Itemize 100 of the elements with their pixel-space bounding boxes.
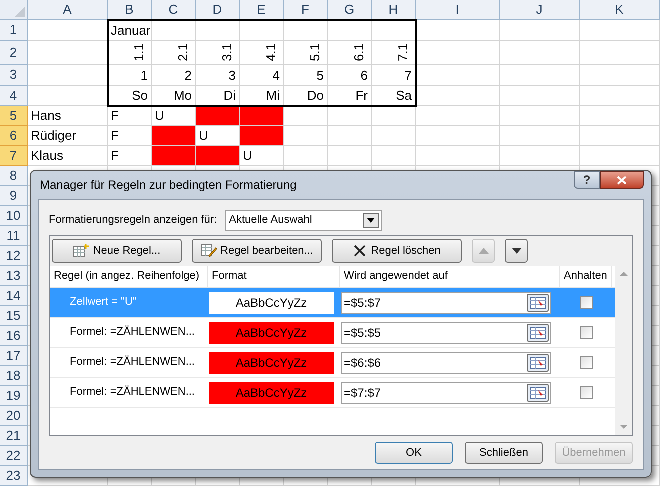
dialog-button[interactable]: Schließen [465,442,543,464]
column-header[interactable]: J [500,0,580,20]
scroll-up-icon [620,272,628,276]
row-header[interactable]: 3 [0,65,28,86]
toolbar-button[interactable]: Regel bearbeiten... [192,239,322,263]
row-header[interactable]: 6 [0,126,28,146]
up-triangle-icon [478,248,488,254]
dialog-button[interactable]: OK [375,442,453,464]
row-header[interactable]: 2 [0,41,28,65]
show-for-dropdown[interactable]: Aktuelle Auswahl [225,210,382,230]
sheet-cell: 5 [284,65,328,86]
window-title: Manager für Regeln zur bedingten Formatierung [39,177,297,194]
row-header[interactable]: 9 [0,186,28,206]
row-header[interactable]: 18 [0,366,28,386]
sheet-cell: Rüdiger [28,126,108,146]
move-button[interactable] [505,239,528,263]
column-header[interactable]: C [152,0,196,20]
help-button[interactable]: ? [574,171,600,189]
scrollbar[interactable] [615,266,632,435]
row-header[interactable]: 16 [0,326,28,346]
rule-row[interactable]: Zellwert = "U" AaBbCcYyZz =$5:$7 [50,288,615,318]
close-button[interactable] [600,171,644,189]
row-header[interactable]: 19 [0,386,28,406]
format-preview: AaBbCcYyZz [209,322,334,344]
range-picker-icon [530,326,546,338]
delete-x-icon [353,244,368,258]
range-picker-icon [530,356,546,368]
rule-text: Formel: =ZÄHLENWEN... [69,324,196,340]
row-header[interactable]: 23 [0,466,28,486]
row-header[interactable]: 11 [0,226,28,246]
column-header[interactable]: E [240,0,284,20]
column-heading[interactable]: Wird angewendet auf [340,266,560,287]
dropdown-arrow-icon [367,218,376,222]
row-header[interactable]: 4 [0,86,28,106]
sheet-cell: 6 [328,65,372,86]
column-header[interactable]: B [108,0,152,20]
range-field[interactable]: =$6:$6 [341,352,551,374]
row-header[interactable]: 21 [0,426,28,446]
sheet-cell: 2 [152,65,196,86]
sheet-cell: 4 [240,65,284,86]
column-header[interactable]: K [580,0,660,20]
column-header[interactable]: I [416,0,500,20]
sheet-cell: U [196,126,240,146]
sheet-cell: Januar [108,20,152,41]
stop-checkbox[interactable] [580,296,592,309]
column-heading[interactable]: Format [208,266,340,287]
down-triangle-icon [512,248,522,254]
column-header[interactable]: H [372,0,416,20]
edit-table-icon [200,244,217,258]
sheet-cell: F [108,146,152,166]
toolbar-button[interactable]: Neue Regel... [52,239,182,263]
sheet-cell: 2.1 [152,41,196,65]
column-header[interactable]: D [196,0,240,20]
row-header[interactable]: 13 [0,266,28,286]
row-header[interactable]: 14 [0,286,28,306]
sheet-cell: F [108,106,152,126]
sheet-cell: 6.1 [328,41,372,65]
row-header[interactable]: 7 [0,146,28,166]
column-heading[interactable]: Anhalten [560,266,612,287]
stop-checkbox[interactable] [580,326,592,339]
format-preview: AaBbCcYyZz [209,382,334,404]
sheet-cell: U [152,106,196,126]
format-preview: AaBbCcYyZz [209,352,334,374]
sheet-cell: Klaus [28,146,108,166]
stop-checkbox[interactable] [580,356,592,369]
range-picker-icon [530,386,546,398]
range-picker-icon [530,296,546,308]
rule-text: Formel: =ZÄHLENWEN... [69,384,196,400]
sheet-cell: Hans [28,106,108,126]
row-header[interactable]: 12 [0,246,28,266]
range-field[interactable]: =$5:$5 [341,322,551,344]
rule-text: Zellwert = "U" [69,295,138,310]
range-field[interactable]: =$7:$7 [341,382,551,404]
row-header[interactable]: 1 [0,20,28,41]
range-field[interactable]: =$5:$7 [341,292,551,314]
row-header[interactable]: 5 [0,106,28,126]
corner-triangle-icon [15,7,25,17]
column-header[interactable]: F [284,0,328,20]
sheet-cell: 1 [108,65,152,86]
row-header[interactable]: 20 [0,406,28,426]
row-header[interactable]: 8 [0,166,28,186]
sheet-cell: U [240,146,284,166]
column-header[interactable]: A [28,0,108,20]
sheet-cell: 3.1 [196,41,240,65]
stop-checkbox[interactable] [580,386,592,399]
column-header[interactable]: G [328,0,372,20]
sheet-cell: 7.1 [372,41,416,65]
column-heading[interactable]: Regel (in angez. Reihenfolge) [50,266,208,287]
select-all-corner[interactable] [0,0,28,20]
sheet-cell: F [108,126,152,146]
row-header[interactable]: 22 [0,446,28,466]
row-header[interactable]: 17 [0,346,28,366]
close-icon [617,176,627,184]
toolbar-button[interactable]: Regel löschen [332,239,462,263]
row-header[interactable]: 10 [0,206,28,226]
row-header[interactable]: 15 [0,306,28,326]
sheet-cell: 1.1 [108,41,152,65]
show-for-label: Formatierungsregeln anzeigen für: [49,212,218,228]
sheet-cell: 4.1 [240,41,284,65]
sheet-cell: 5.1 [284,41,328,65]
